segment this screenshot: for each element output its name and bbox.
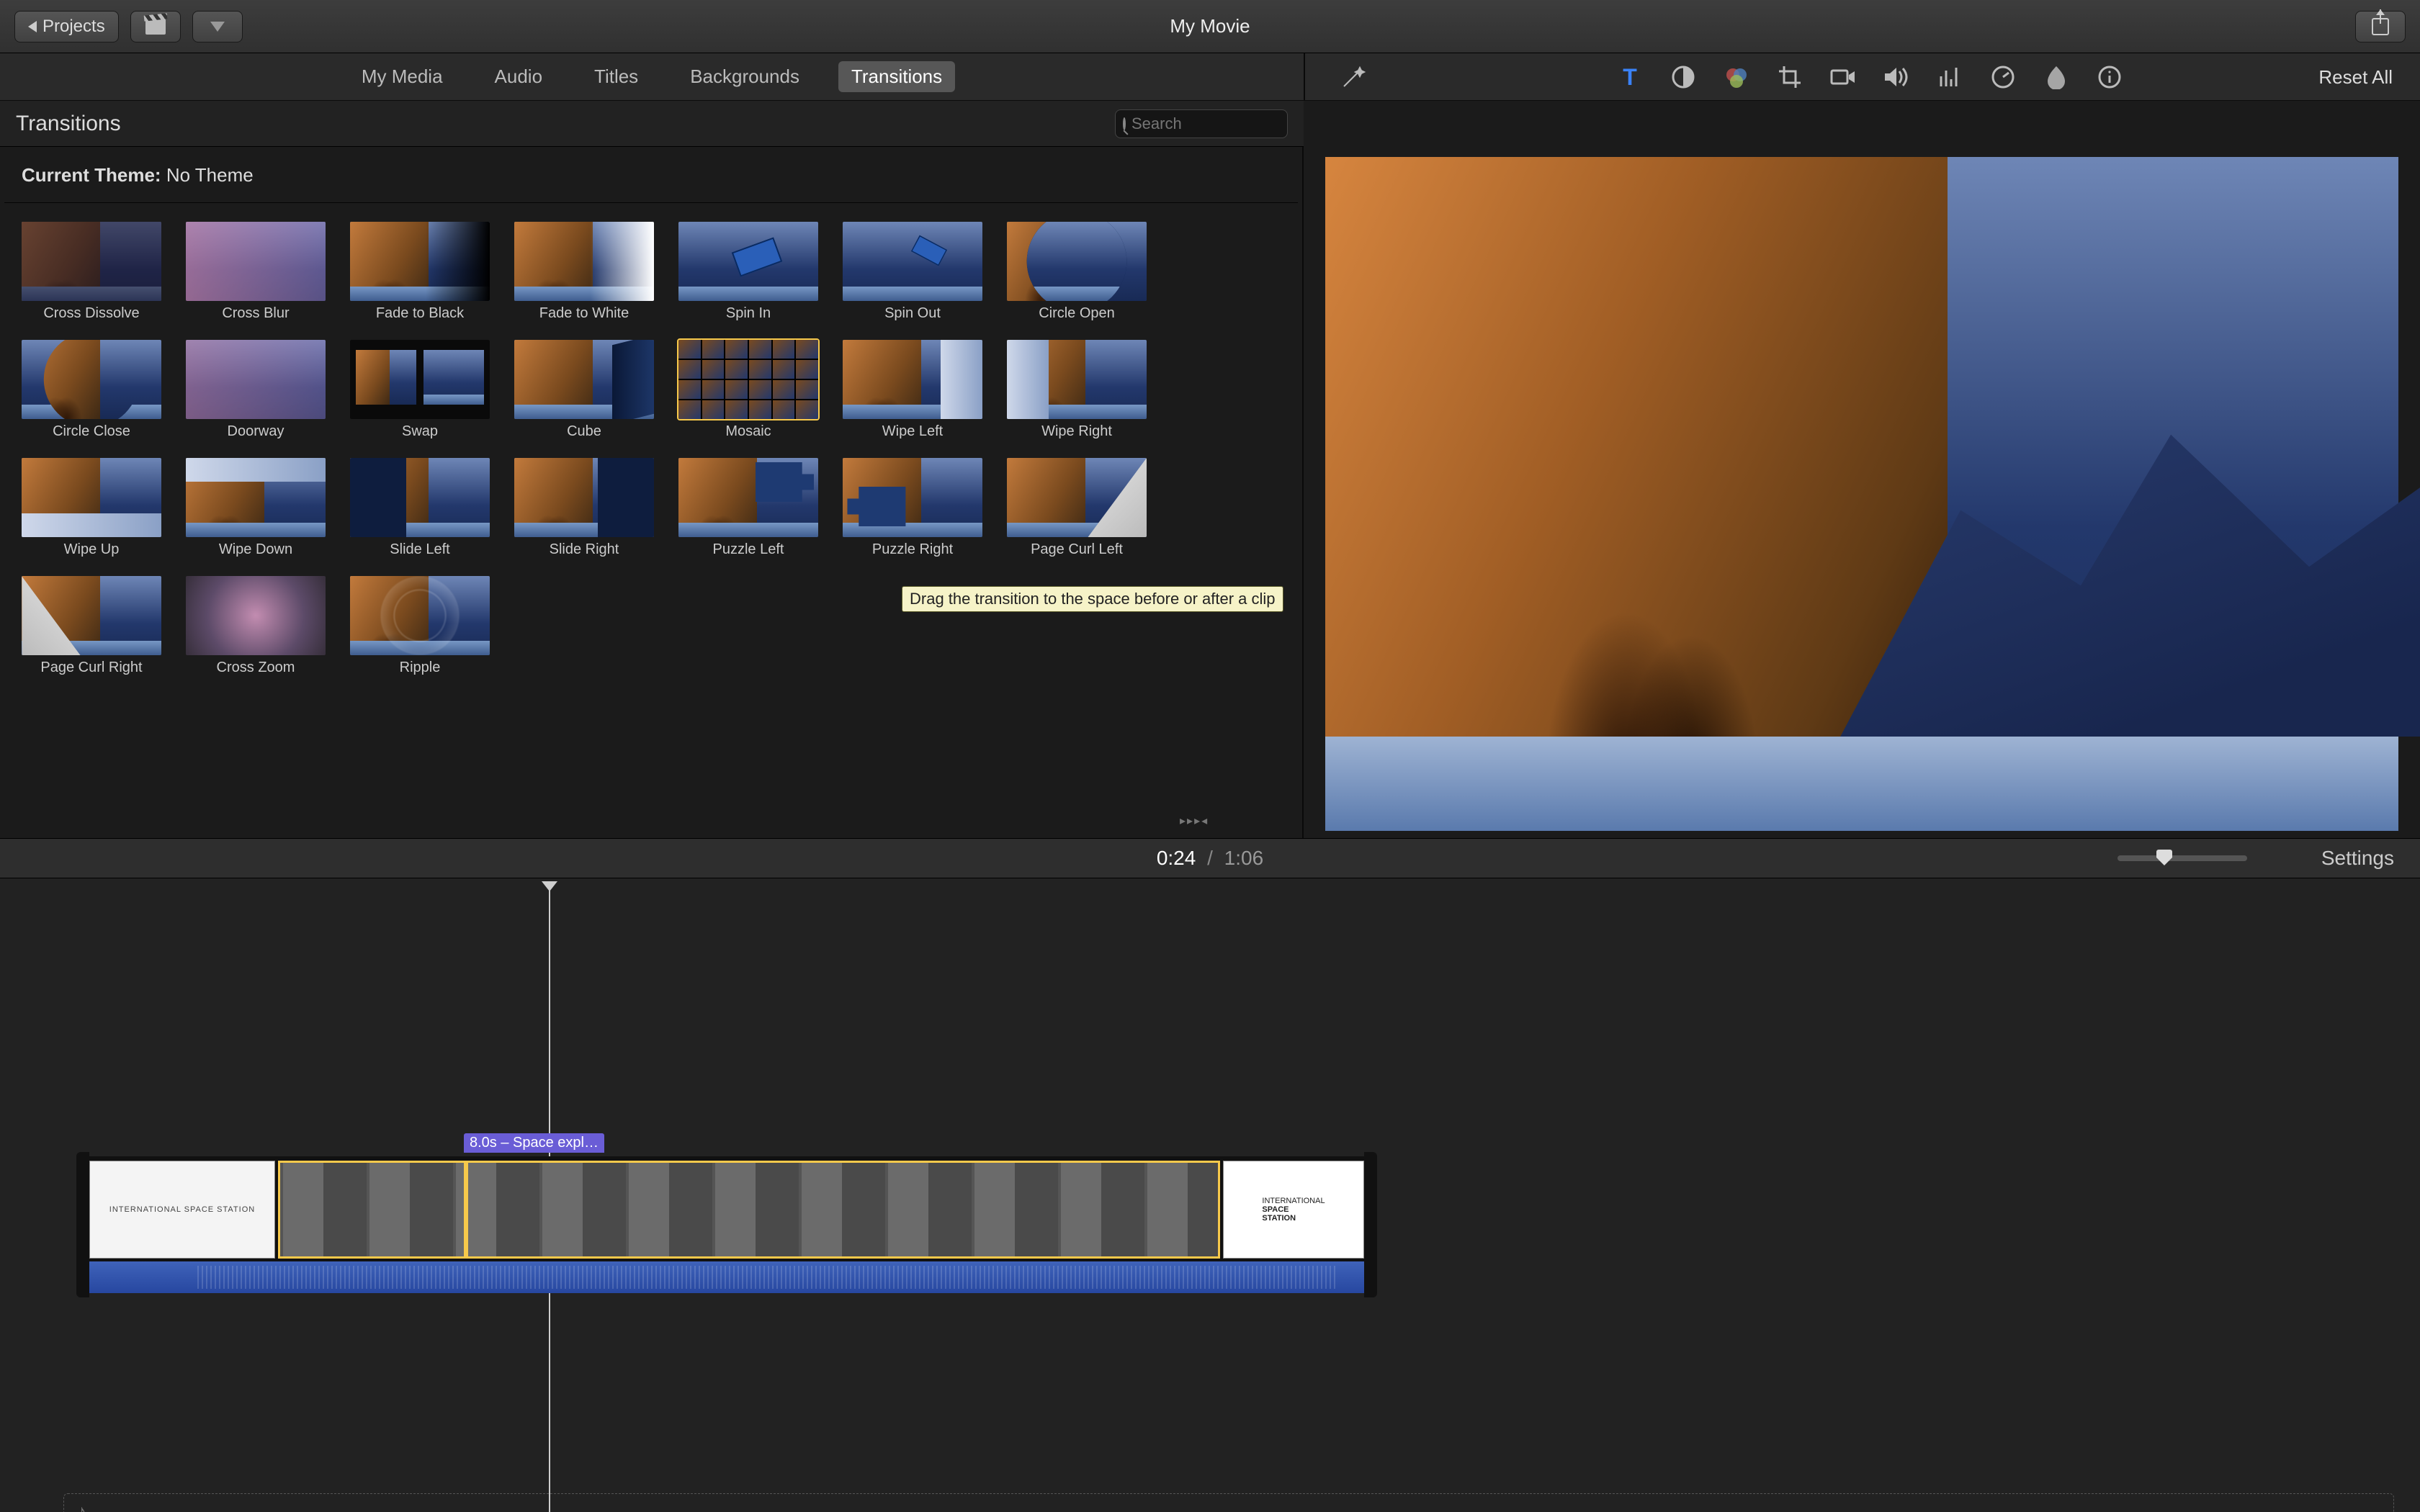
- color-correction-icon[interactable]: [1720, 60, 1753, 94]
- current-theme-label: Current Theme: No Theme: [0, 147, 1302, 194]
- transition-ripple[interactable]: Ripple: [350, 576, 490, 681]
- transition-page-curl-left[interactable]: Page Curl Left: [1007, 458, 1147, 563]
- transition-slide-right[interactable]: Slide Right: [514, 458, 654, 563]
- drag-transition-tooltip: Drag the transition to the space before …: [902, 586, 1283, 612]
- transition-puzzle-right[interactable]: Puzzle Right: [843, 458, 982, 563]
- tab-backgrounds[interactable]: Backgrounds: [677, 61, 812, 92]
- selected-clip-label: 8.0s – Space expl…: [464, 1133, 604, 1153]
- transition-spin-in[interactable]: Spin In: [678, 222, 818, 327]
- transition-cross-blur[interactable]: Cross Blur: [186, 222, 326, 327]
- content-tab-row: My Media Audio Titles Backgrounds Transi…: [0, 53, 2420, 101]
- titlebar: Projects My Movie: [0, 0, 2420, 53]
- clip-title-card[interactable]: INTERNATIONAL SPACE STATION: [89, 1161, 275, 1259]
- timecode-current: 0:24: [1157, 847, 1196, 869]
- transition-fade-to-white[interactable]: Fade to White: [514, 222, 654, 327]
- speed-icon[interactable]: [1986, 60, 2020, 94]
- search-field[interactable]: [1115, 109, 1288, 138]
- transition-fade-to-black[interactable]: Fade to Black: [350, 222, 490, 327]
- search-icon: [1123, 117, 1126, 130]
- clip-audio-waveform[interactable]: [89, 1261, 1364, 1293]
- transition-circle-open[interactable]: Circle Open: [1007, 222, 1147, 327]
- text-tool-icon[interactable]: T: [1613, 60, 1646, 94]
- clapper-icon: [145, 19, 166, 35]
- video-track[interactable]: INTERNATIONAL SPACE STATION INTERNATIONA…: [89, 1156, 1364, 1293]
- search-input[interactable]: [1131, 114, 1339, 133]
- transition-cube[interactable]: Cube: [514, 340, 654, 445]
- transition-cross-zoom[interactable]: Cross Zoom: [186, 576, 326, 681]
- transition-slide-left[interactable]: Slide Left: [350, 458, 490, 563]
- stabilization-icon[interactable]: [1827, 60, 1860, 94]
- background-music-track[interactable]: ♪: [63, 1493, 2394, 1512]
- library-tabs: My Media Audio Titles Backgrounds Transi…: [0, 53, 1304, 100]
- projects-back-button[interactable]: Projects: [14, 11, 119, 42]
- tab-audio[interactable]: Audio: [482, 61, 556, 92]
- timeline-settings-button[interactable]: Settings: [2321, 847, 2394, 870]
- timecode-display: 0:24 / 1:06: [1157, 847, 1263, 870]
- timecode-sep: /: [1207, 847, 1213, 869]
- share-button[interactable]: [2355, 11, 2406, 42]
- transition-wipe-right[interactable]: Wipe Right: [1007, 340, 1147, 445]
- music-note-icon: ♪: [77, 1500, 86, 1512]
- share-icon: [2372, 18, 2389, 35]
- transition-wipe-left[interactable]: Wipe Left: [843, 340, 982, 445]
- transition-wipe-down[interactable]: Wipe Down: [186, 458, 326, 563]
- clip-end-card[interactable]: INTERNATIONAL SPACE STATION: [1223, 1161, 1364, 1259]
- enhance-wand-button[interactable]: [1338, 63, 1367, 92]
- timeline-zoom-slider[interactable]: [2118, 855, 2247, 861]
- tab-titles[interactable]: Titles: [581, 61, 651, 92]
- noise-eq-icon[interactable]: [1933, 60, 1966, 94]
- library-toggle-button[interactable]: [130, 11, 181, 42]
- transition-spin-out[interactable]: Spin Out: [843, 222, 982, 327]
- crop-icon[interactable]: [1773, 60, 1806, 94]
- projects-label: Projects: [42, 17, 105, 37]
- transition-doorway[interactable]: Doorway: [186, 340, 326, 445]
- transition-wipe-up[interactable]: Wipe Up: [22, 458, 161, 563]
- preview-viewer[interactable]: [1325, 157, 2398, 831]
- browser-section-label: Transitions: [16, 112, 121, 136]
- transitions-browser: Current Theme: No Theme Cross Dissolve C…: [0, 147, 1304, 838]
- volume-icon[interactable]: [1880, 60, 1913, 94]
- transition-cross-dissolve[interactable]: Cross Dissolve: [22, 222, 161, 327]
- download-arrow-icon: [210, 22, 225, 32]
- window-title: My Movie: [1170, 15, 1250, 37]
- panel-divider[interactable]: [1304, 53, 1305, 100]
- transition-mosaic[interactable]: Mosaic: [678, 340, 818, 445]
- transition-swap[interactable]: Swap: [350, 340, 490, 445]
- clip-filter-icon[interactable]: [2040, 60, 2073, 94]
- timeline[interactable]: 8.0s – Space expl… INTERNATIONAL SPACE S…: [0, 878, 2420, 1512]
- transition-page-curl-right[interactable]: Page Curl Right: [22, 576, 161, 681]
- transition-circle-close[interactable]: Circle Close: [22, 340, 161, 445]
- viewer-tool-icons: T: [1613, 60, 2126, 94]
- zoom-slider-knob[interactable]: [2156, 850, 2172, 865]
- tab-my-media[interactable]: My Media: [349, 61, 456, 92]
- info-icon[interactable]: [2093, 60, 2126, 94]
- clip-main-video[interactable]: [278, 1161, 1220, 1259]
- scroll-indicator: ▸▸▸◂: [1180, 814, 1209, 828]
- color-balance-icon[interactable]: [1667, 60, 1700, 94]
- chevron-left-icon: [28, 21, 37, 32]
- timecode-bar: 0:24 / 1:06 Settings: [0, 838, 2420, 878]
- browser-subheader: Transitions: [0, 101, 1304, 147]
- timecode-duration: 1:06: [1224, 847, 1264, 869]
- import-button[interactable]: [192, 11, 243, 42]
- clip-trim-handle[interactable]: [464, 1161, 468, 1259]
- transition-puzzle-left[interactable]: Puzzle Left: [678, 458, 818, 563]
- tab-transitions[interactable]: Transitions: [838, 61, 955, 92]
- reset-all-button[interactable]: Reset All: [2318, 66, 2393, 89]
